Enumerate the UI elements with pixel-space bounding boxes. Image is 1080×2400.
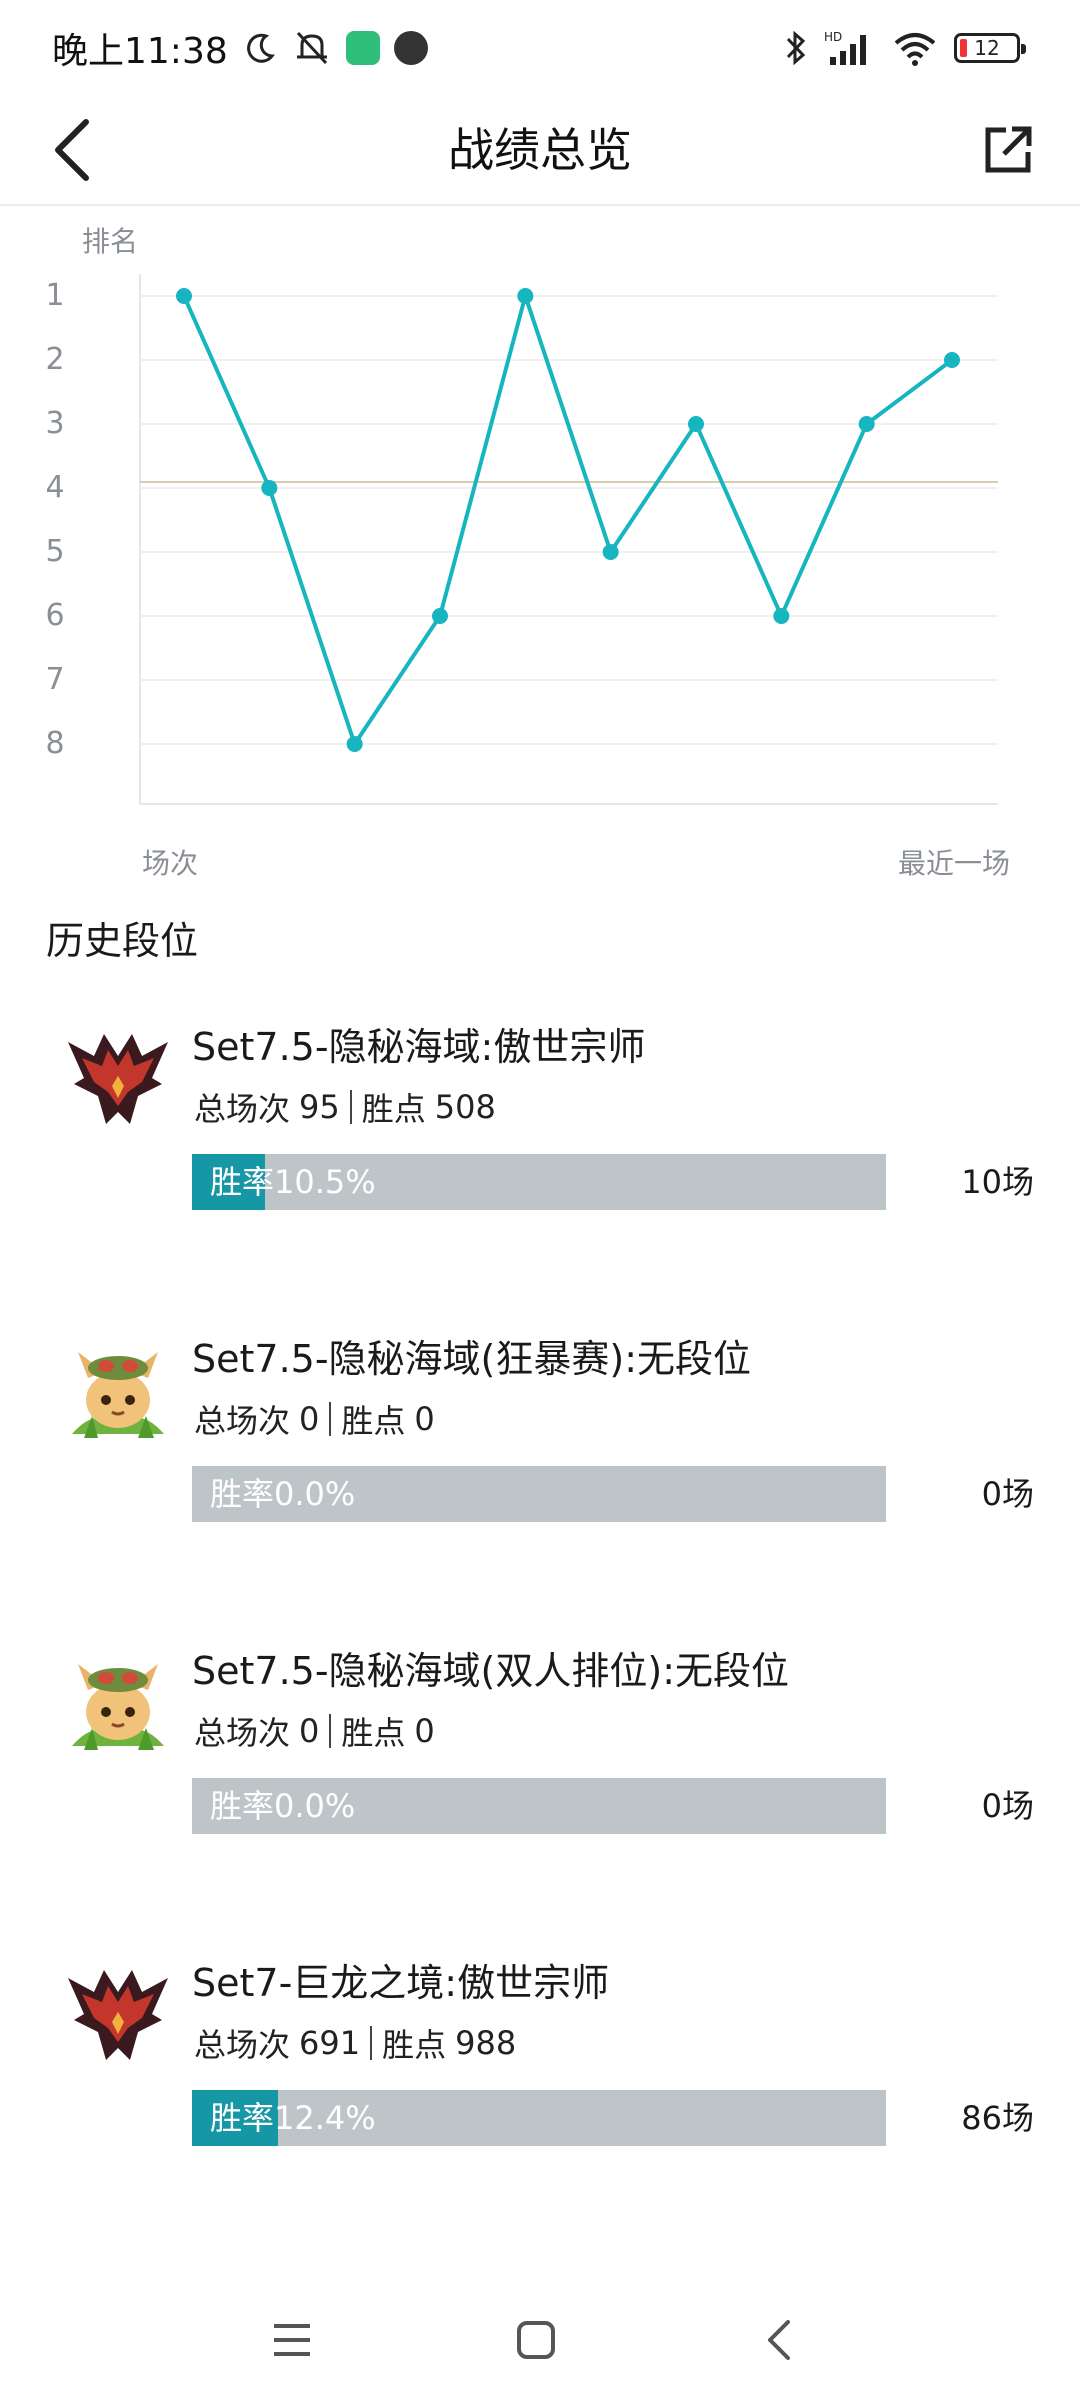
games-label: 总场次 xyxy=(194,1090,291,1128)
wins-count: 0场 xyxy=(981,1787,1034,1825)
games-value: 691 xyxy=(299,2024,361,2062)
rank-stats: 总场次 0 胜点 0 xyxy=(194,1396,435,1442)
chart-data-point xyxy=(858,416,875,432)
moon-icon xyxy=(242,30,278,66)
teemo-unranked-icon xyxy=(64,1338,172,1446)
chart-data-point xyxy=(432,608,448,624)
divider xyxy=(329,1714,332,1748)
app-notification-icon xyxy=(393,31,428,65)
chart-data-point xyxy=(176,288,192,304)
bluetooth-icon xyxy=(784,29,808,67)
wins-count: 0场 xyxy=(981,1475,1034,1513)
wifi-icon xyxy=(892,29,938,67)
home-square-icon xyxy=(517,2321,555,2359)
home-button[interactable] xyxy=(496,2300,576,2380)
chart-x-end-label: 最近一场 xyxy=(897,847,1010,880)
menu-button[interactable] xyxy=(252,2300,332,2380)
teemo-unranked-icon xyxy=(64,1650,172,1758)
chart-x-start-label: 场次 xyxy=(142,847,199,880)
winrate-text: 胜率10.5% xyxy=(210,1163,376,1201)
rank-item[interactable]: Set7.5-隐秘海域:傲世宗师 总场次 95 胜点 508 胜率10.5% 1… xyxy=(0,1006,1080,1236)
svg-text:HD: HD xyxy=(824,30,842,44)
clock: 晚上11:38 xyxy=(52,31,228,72)
games-value: 95 xyxy=(299,1088,340,1126)
points-value: 0 xyxy=(414,1712,435,1750)
mute-icon xyxy=(292,29,332,67)
points-label: 胜点 xyxy=(361,1090,426,1128)
chart-data-point xyxy=(517,288,534,304)
games-label: 总场次 xyxy=(194,1402,291,1440)
app-header: 战绩总览 xyxy=(0,96,1080,206)
page-title: 战绩总览 xyxy=(448,123,632,177)
winrate-text: 胜率12.4% xyxy=(210,2099,376,2137)
rank-season-name: Set7.5-隐秘海域(狂暴赛):无段位 xyxy=(192,1337,751,1381)
share-external-icon xyxy=(985,126,1032,173)
chart-series-line xyxy=(182,294,954,746)
share-button[interactable] xyxy=(970,112,1046,188)
divider xyxy=(329,1402,332,1436)
winrate-bar: 胜率0.0% xyxy=(192,1466,886,1522)
chart-data-point xyxy=(346,736,363,752)
rank-season-name: Set7.5-隐秘海域(双人排位):无段位 xyxy=(192,1649,789,1693)
battery-level: 12 xyxy=(974,36,1000,60)
status-bar-left: 晚上11:38 xyxy=(52,24,428,72)
winrate-bar: 胜率12.4% xyxy=(192,2090,886,2146)
chart-data-point xyxy=(688,416,704,432)
games-label: 总场次 xyxy=(194,2026,291,2064)
games-label: 总场次 xyxy=(194,1714,291,1752)
wins-count: 10场 xyxy=(961,1163,1034,1201)
master-rank-emblem-icon xyxy=(64,1962,172,2070)
winrate-bar: 胜率10.5% xyxy=(192,1154,886,1210)
rank-item[interactable]: Set7-巨龙之境:傲世宗师 总场次 691 胜点 988 胜率12.4% 86… xyxy=(0,1942,1080,2172)
menu-icon xyxy=(274,2324,310,2356)
back-button[interactable] xyxy=(36,114,108,186)
wins-count: 86场 xyxy=(961,2099,1034,2137)
rank-season-name: Set7-巨龙之境:傲世宗师 xyxy=(192,1961,610,2005)
rank-item[interactable]: Set7.5-隐秘海域(双人排位):无段位 总场次 0 胜点 0 胜率0.0% … xyxy=(0,1630,1080,1860)
points-value: 988 xyxy=(455,2024,517,2062)
system-back-button[interactable] xyxy=(740,2300,820,2380)
points-label: 胜点 xyxy=(341,1402,406,1440)
hd-signal-icon: HD xyxy=(824,29,876,67)
history-section-title: 历史段位 xyxy=(46,919,199,963)
games-value: 0 xyxy=(299,1400,320,1438)
master-rank-emblem-icon xyxy=(64,1026,172,1134)
points-label: 胜点 xyxy=(341,1714,406,1752)
rank-stats: 总场次 0 胜点 0 xyxy=(194,1708,435,1754)
rank-trend-chart: 排名 12345678 场次 最近一场 xyxy=(0,204,1080,884)
status-bar: 晚上11:38 HD 12 xyxy=(0,0,1080,96)
status-bar-right: HD 12 xyxy=(784,24,1026,72)
chart-data-point xyxy=(773,608,790,624)
chart-data-point xyxy=(944,352,960,368)
games-value: 0 xyxy=(299,1712,320,1750)
winrate-text: 胜率0.0% xyxy=(210,1475,356,1513)
divider xyxy=(370,2026,373,2060)
rank-item[interactable]: Set7.5-隐秘海域(狂暴赛):无段位 总场次 0 胜点 0 胜率0.0% 0… xyxy=(0,1318,1080,1548)
points-value: 508 xyxy=(434,1088,496,1126)
chevron-left-icon xyxy=(55,119,89,181)
divider xyxy=(349,1090,352,1124)
battery-icon: 12 xyxy=(954,33,1026,63)
system-nav-bar xyxy=(0,2280,1080,2400)
rank-stats: 总场次 95 胜点 508 xyxy=(194,1084,496,1130)
winrate-text: 胜率0.0% xyxy=(210,1787,356,1825)
chart-data-point xyxy=(261,480,278,496)
chart-data-point xyxy=(602,544,619,560)
rank-season-name: Set7.5-隐秘海域:傲世宗师 xyxy=(192,1025,646,1069)
chart-plot xyxy=(139,274,998,805)
rank-stats: 总场次 691 胜点 988 xyxy=(194,2020,516,2066)
points-label: 胜点 xyxy=(382,2026,447,2064)
back-triangle-icon xyxy=(768,2320,790,2360)
app-notification-icon xyxy=(345,31,380,65)
points-value: 0 xyxy=(414,1400,435,1438)
winrate-bar: 胜率0.0% xyxy=(192,1778,886,1834)
